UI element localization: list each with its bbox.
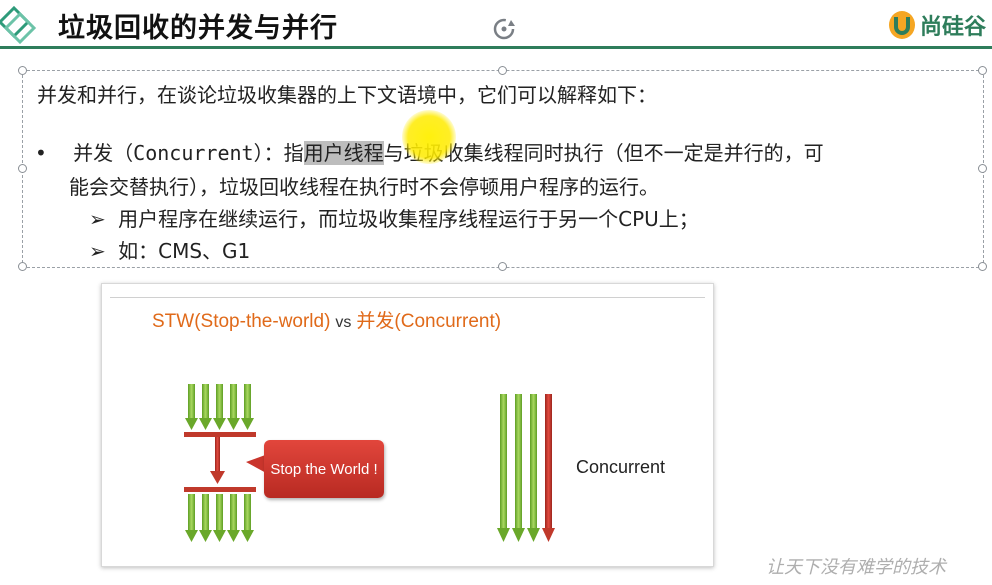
resize-handle-bottom[interactable]	[498, 262, 507, 271]
resize-handle-bottom-left[interactable]	[18, 262, 27, 271]
bullet-prefix: 并发（	[73, 141, 134, 165]
watermark: 让天下没有难学的技术	[766, 557, 946, 578]
bullet-mid: ）：指	[253, 141, 304, 165]
stw-lower-arrows	[185, 494, 254, 542]
sub-item: ➢ 如：CMS、G1	[89, 235, 250, 264]
stw-gc-arrowhead	[210, 471, 225, 484]
rotate-handle-icon[interactable]	[489, 14, 519, 44]
stw-pause-bar-bottom	[184, 487, 256, 492]
pointer-highlight	[402, 110, 456, 164]
slide-header: 垃圾回收的并发与并行 尚硅谷	[0, 0, 992, 52]
diagram-arrows	[184, 384, 555, 542]
stw-vs-concurrent-diagram: STW(Stop-the-world) vs 并发(Concurrent) St…	[101, 283, 714, 567]
stw-upper-arrows	[185, 384, 254, 430]
bullet-term: Concurrent	[133, 141, 254, 165]
brand-u-icon	[889, 11, 915, 39]
highlighted-text: 用户线程	[303, 141, 384, 165]
diamond-logo-icon	[0, 5, 37, 44]
sub-item-text: 用户程序在继续运行，而垃圾收集程序线程运行于另一个CPU上；	[118, 207, 699, 231]
concurrent-label: Concurrent	[576, 457, 666, 477]
resize-handle-top-right[interactable]	[978, 66, 987, 75]
resize-handle-left[interactable]	[18, 164, 27, 173]
resize-handle-right[interactable]	[978, 164, 987, 173]
sub-item-text: 如：CMS、G1	[118, 239, 251, 263]
stw-gc-arrow	[215, 437, 220, 473]
arrow-bullet-icon: ➢	[89, 207, 106, 231]
concurrent-arrows	[497, 394, 555, 542]
resize-handle-top-left[interactable]	[18, 66, 27, 75]
brand-name: 尚硅谷	[920, 15, 987, 40]
bullet-continuation: 能会交替执行），垃圾回收线程在执行时不会停顿用户程序的运行。	[69, 175, 659, 199]
stop-the-world-bubble: Stop the World !	[264, 440, 384, 498]
sub-item: ➢ 用户程序在继续运行，而垃圾收集程序线程运行于另一个CPU上；	[89, 203, 699, 232]
bullet-dot: •	[35, 141, 47, 165]
arrow-bullet-icon: ➢	[89, 239, 106, 263]
selected-text-box[interactable]: 并发和并行，在谈论垃圾收集器的上下文语境中，它们可以解释如下： • 并发（Con…	[18, 66, 987, 271]
stw-pause-bar-top	[184, 432, 256, 437]
intro-text: 并发和并行，在谈论垃圾收集器的上下文语境中，它们可以解释如下：	[37, 83, 657, 107]
brand-logo: 尚硅谷	[888, 8, 986, 42]
page-title: 垃圾回收的并发与并行	[58, 13, 338, 44]
resize-handle-bottom-right[interactable]	[978, 262, 987, 271]
header-divider	[0, 46, 992, 49]
resize-handle-top[interactable]	[498, 66, 507, 75]
